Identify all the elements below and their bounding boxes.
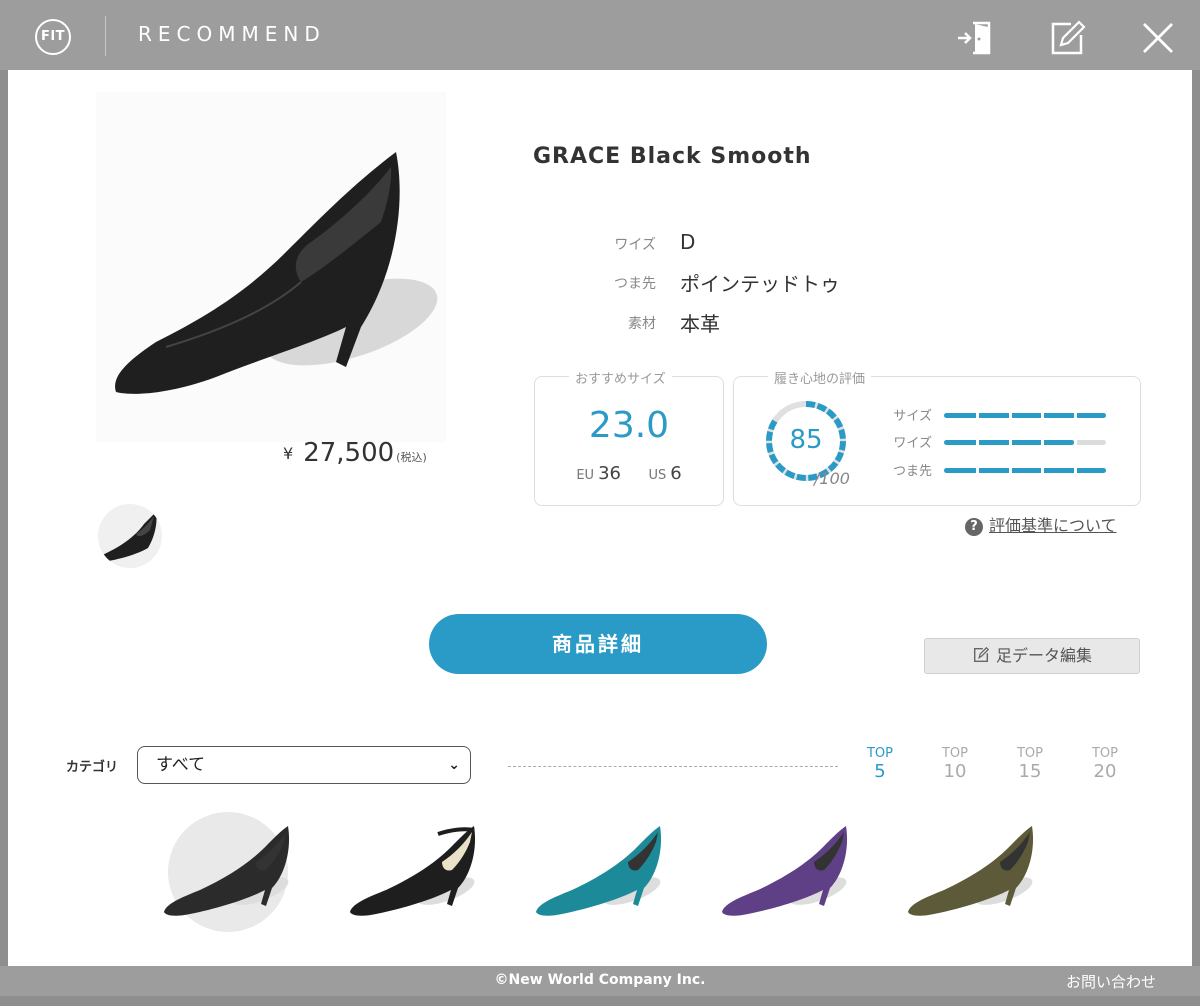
tax-note: (税込) — [396, 451, 427, 464]
spec-label: 素材 — [628, 316, 656, 332]
spec-value: 本革 — [680, 312, 720, 336]
tab-top-number: 5 — [874, 761, 886, 782]
recommended-size-value: 23.0 — [588, 405, 670, 446]
product-image — [96, 92, 446, 442]
rating-bar-separator — [1041, 440, 1045, 445]
rating-label: サイズ — [893, 409, 932, 424]
spec-label: つま先 — [614, 276, 656, 292]
comfort-score: 85 — [789, 425, 823, 455]
shoe-thumbnail-icon — [536, 826, 662, 916]
rating-bar — [944, 468, 1106, 473]
shoe-thumbnail-icon — [164, 826, 290, 916]
edit-foot-data-label: 足データ編集 — [995, 646, 1092, 665]
edit-icon — [1051, 20, 1086, 55]
page-title: RECOMMEND — [138, 22, 326, 46]
header-divider — [105, 16, 106, 56]
tab-top-15[interactable]: TOP 15 — [1005, 746, 1055, 782]
tab-top-10[interactable]: TOP 10 — [930, 746, 980, 782]
criteria-link-text: 評価基準について — [989, 516, 1117, 535]
fit-logo: FIT — [35, 19, 71, 55]
recommendation-item[interactable] — [904, 806, 1044, 936]
footer-bar: ©New World Company Inc. お問い合わせ — [0, 966, 1200, 996]
rating-bar-separator — [1008, 440, 1012, 445]
tab-top-5[interactable]: TOP 5 — [855, 746, 905, 782]
tab-top-number: 15 — [1018, 761, 1042, 782]
tab-top-label: TOP — [941, 746, 968, 761]
comfort-rating-box: 履き心地の評価 85 /100 サイズ ワイズ つま先 — [733, 368, 1141, 506]
close-button[interactable] — [1138, 18, 1178, 58]
edit-icon — [973, 646, 990, 663]
spec-value: D — [680, 230, 696, 254]
exit-button[interactable] — [955, 18, 995, 58]
comfort-score-max: /100 — [814, 469, 850, 488]
spec-value: ポインテッドトゥ — [680, 272, 840, 296]
rating-bar-separator — [1041, 413, 1045, 418]
rating-bar-separator — [1073, 440, 1077, 445]
shoe-thumbnail-icon — [350, 826, 476, 916]
product-price: ¥27,500 (税込) — [283, 438, 427, 468]
main-panel: ¥27,500 (税込) GRACE Black Smooth ワイズ D つま先… — [8, 70, 1192, 966]
product-thumbnail[interactable] — [98, 504, 162, 568]
rating-bar-separator — [976, 413, 980, 418]
criteria-link[interactable]: ? 評価基準について — [965, 512, 1117, 536]
recommended-size-legend: おすすめサイズ — [569, 368, 672, 387]
tab-top-20[interactable]: TOP 20 — [1080, 746, 1130, 782]
recommended-size-box: おすすめサイズ 23.0 EU 36 US 6 — [534, 368, 724, 506]
us-label: US — [648, 468, 667, 483]
rating-bar-separator — [1008, 413, 1012, 418]
size-conversions: EU 36 US 6 — [535, 463, 723, 484]
contact-link[interactable]: お問い合わせ — [1066, 971, 1156, 992]
product-detail-button[interactable]: 商品詳細 — [429, 614, 767, 674]
tab-top-label: TOP — [1016, 746, 1043, 761]
product-name: GRACE Black Smooth — [533, 144, 812, 169]
spec-label: ワイズ — [614, 237, 656, 253]
category-select[interactable]: すべて ⌄ — [137, 746, 471, 784]
recommendation-item[interactable] — [160, 806, 300, 936]
header-bar: FIT RECOMMEND — [0, 0, 1200, 70]
rating-bar — [944, 413, 1106, 418]
copyright: ©New World Company Inc. — [494, 972, 706, 988]
divider-dashed — [508, 766, 838, 767]
edit-foot-data-button[interactable]: 足データ編集 — [924, 638, 1140, 674]
price-value: 27,500 — [303, 438, 395, 468]
close-icon — [1143, 23, 1173, 53]
category-selected-value: すべて — [156, 755, 206, 775]
edit-button[interactable] — [1047, 18, 1087, 58]
tab-top-label: TOP — [866, 746, 893, 761]
shoe-thumbnail-icon — [908, 826, 1034, 916]
tab-top-label: TOP — [1091, 746, 1118, 761]
recommendation-item[interactable] — [532, 806, 672, 936]
rating-bar-fill — [944, 413, 1106, 418]
rating-bar-separator — [976, 440, 980, 445]
recommendation-item[interactable] — [718, 806, 858, 936]
currency-symbol: ¥ — [283, 444, 294, 463]
rating-bar-separator — [1041, 468, 1045, 473]
rating-label: つま先 — [892, 464, 932, 479]
rating-bar-fill — [944, 468, 1106, 473]
tab-top-number: 10 — [943, 761, 967, 782]
rating-bar-separator — [976, 468, 980, 473]
us-size: 6 — [670, 463, 682, 484]
rating-bar-separator — [1073, 413, 1077, 418]
chevron-down-icon: ⌄ — [448, 757, 460, 773]
comfort-legend: 履き心地の評価 — [768, 368, 872, 387]
recommendation-item[interactable] — [346, 806, 486, 936]
shoe-thumbnail-icon — [722, 826, 848, 916]
eu-label: EU — [576, 468, 595, 483]
exit-icon — [958, 21, 991, 55]
eu-size: 36 — [598, 463, 621, 484]
rating-bar-separator — [1008, 468, 1012, 473]
rating-bar-separator — [1073, 468, 1077, 473]
help-icon: ? — [965, 518, 983, 536]
rating-label: ワイズ — [893, 436, 932, 451]
rating-bar — [944, 440, 1106, 445]
tab-top-number: 20 — [1093, 761, 1117, 782]
category-label: カテゴリ — [66, 760, 119, 775]
shoe-thumbnail-icon — [100, 512, 157, 562]
shoe-illustration — [115, 152, 438, 394]
